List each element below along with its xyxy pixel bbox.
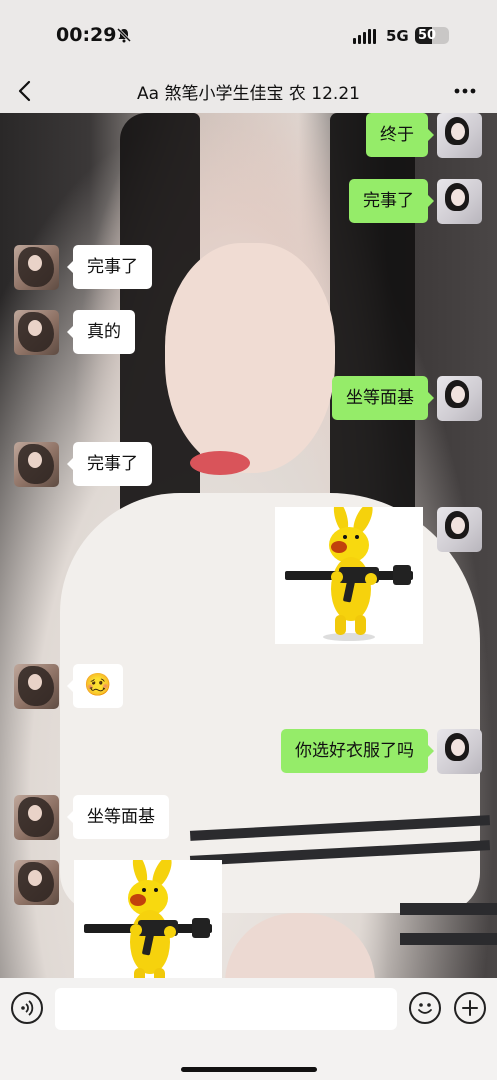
signal-icon: [353, 29, 376, 44]
my-avatar[interactable]: [437, 507, 482, 552]
battery-icon: 50: [415, 27, 449, 44]
contact-avatar[interactable]: [14, 795, 59, 840]
message-bubble[interactable]: 你选好衣服了吗: [281, 729, 434, 773]
message-bubble[interactable]: 完事了: [67, 442, 152, 486]
voice-icon[interactable]: [11, 992, 43, 1024]
dog-rifle-sticker[interactable]: [74, 860, 222, 978]
battery-percent: 50: [417, 28, 437, 43]
emoji-message[interactable]: 🥴: [67, 664, 123, 708]
contact-avatar[interactable]: [14, 245, 59, 290]
my-avatar[interactable]: [437, 179, 482, 224]
message-bubble[interactable]: 坐等面基: [332, 376, 434, 420]
message-bubble[interactable]: 完事了: [349, 179, 434, 223]
my-avatar[interactable]: [437, 729, 482, 774]
plus-icon[interactable]: [454, 992, 486, 1024]
my-avatar[interactable]: [437, 113, 482, 158]
contact-avatar[interactable]: [14, 664, 59, 709]
yellow-dog-icon: [84, 860, 212, 978]
status-bar: 00:29 5G 50: [0, 0, 497, 72]
home-indicator: [181, 1067, 317, 1072]
emoji-icon[interactable]: [409, 992, 441, 1024]
message-input[interactable]: [55, 988, 397, 1030]
message-bubble[interactable]: 真的: [67, 310, 135, 354]
status-time: 00:29: [56, 24, 117, 46]
yellow-dog-icon: [285, 507, 413, 641]
chat-header: Aa 煞笔小学生佳宝 农 12.21: [0, 72, 497, 113]
message-bubble[interactable]: 坐等面基: [67, 795, 169, 839]
contact-avatar[interactable]: [14, 860, 59, 905]
back-chevron-icon[interactable]: [14, 78, 38, 104]
contact-avatar[interactable]: [14, 442, 59, 487]
chat-title: Aa 煞笔小学生佳宝 农 12.21: [137, 84, 360, 104]
message-bubble[interactable]: 完事了: [67, 245, 152, 289]
my-avatar[interactable]: [437, 376, 482, 421]
more-dots-icon[interactable]: [452, 78, 478, 104]
input-bar: [0, 978, 497, 1080]
dog-rifle-sticker[interactable]: [275, 507, 423, 644]
message-bubble[interactable]: 终于: [366, 113, 434, 157]
contact-avatar[interactable]: [14, 310, 59, 355]
bell-muted-icon: [116, 27, 132, 43]
network-type: 5G: [386, 27, 409, 45]
